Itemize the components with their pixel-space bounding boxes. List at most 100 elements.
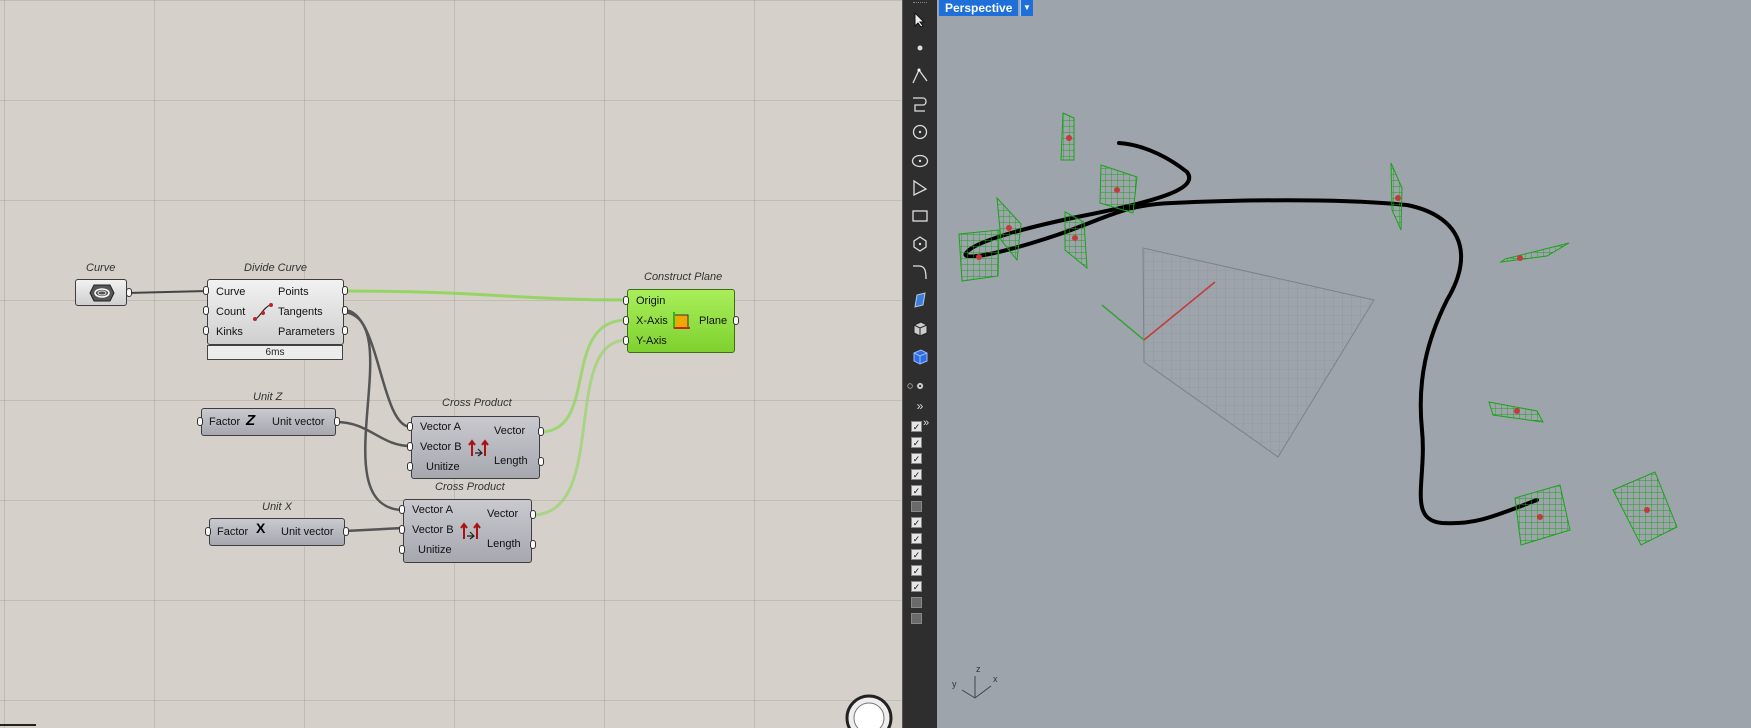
expand-chevron-icon[interactable]: »	[921, 413, 931, 433]
cross-product-1-grip-in-2[interactable]	[407, 442, 413, 451]
box-icon[interactable]	[910, 346, 930, 366]
viewport-title-tab[interactable]: Perspective	[939, 0, 1019, 16]
unit-x-input-factor[interactable]: Factor	[217, 526, 248, 538]
construct-plane-grip-out[interactable]	[733, 316, 739, 325]
plane-mesh	[1499, 242, 1570, 263]
divide-curve-grip-in-2[interactable]	[203, 306, 209, 315]
cross-product-2-grip-in-2[interactable]	[399, 525, 405, 534]
viewport-menu-dropdown-icon[interactable]: ▼	[1020, 0, 1033, 16]
divide-curve-grip-out-2[interactable]	[342, 306, 348, 315]
fillet-icon[interactable]	[910, 262, 930, 282]
unit-z-output[interactable]: Unit vector	[272, 416, 325, 428]
construct-plane-grip-in-1[interactable]	[623, 296, 629, 305]
layer-checkbox[interactable]: ✓	[911, 581, 922, 592]
cross-product-1-grip-in-1[interactable]	[407, 422, 413, 431]
cross-product-2-grip-out-1[interactable]	[530, 510, 536, 519]
unit-z-grip-out[interactable]	[334, 417, 340, 426]
divide-curve-input-curve[interactable]: Curve	[216, 286, 245, 298]
cross-product-2-grip-in-3[interactable]	[399, 545, 405, 554]
divide-curve-grip-in-1[interactable]	[203, 286, 209, 295]
point-icon[interactable]	[910, 38, 930, 58]
layer-checkbox[interactable]: ✓	[911, 517, 922, 528]
cross-product-2-grip-out-2[interactable]	[530, 540, 536, 549]
unit-x-grip-out[interactable]	[343, 527, 349, 536]
construct-plane-input-y-axis[interactable]: Y-Axis	[636, 335, 667, 347]
y-axis-line	[1101, 304, 1145, 341]
divide-curve-grip-out-3[interactable]	[342, 326, 348, 335]
curve-param[interactable]	[75, 279, 127, 306]
unit-z-input-factor[interactable]: Factor	[209, 416, 240, 428]
divide-curve-input-count[interactable]: Count	[216, 306, 245, 318]
layer-checkbox[interactable]	[911, 613, 922, 624]
cross-product-1-component[interactable]: Vector A Vector B Unitize Vector Length	[411, 416, 540, 479]
construct-plane-grip-in-2[interactable]	[623, 316, 629, 325]
layer-checkbox[interactable]: ✓	[911, 549, 922, 560]
circle-icon[interactable]	[910, 122, 930, 142]
layer-checkbox[interactable]: ✓	[911, 453, 922, 464]
construct-plane-input-x-axis[interactable]: X-Axis	[636, 315, 668, 327]
division-point	[1514, 408, 1520, 414]
layer-checkbox[interactable]: ✓	[911, 437, 922, 448]
ellipse-icon[interactable]	[910, 150, 930, 170]
curve-output-grip[interactable]	[126, 288, 132, 297]
layer-checkbox[interactable]	[911, 501, 922, 512]
cross-product-2-output-vector[interactable]: Vector	[487, 508, 518, 520]
divide-curve-grip-in-3[interactable]	[203, 326, 209, 335]
cross-product-2-title: Cross Product	[435, 481, 505, 493]
divide-curve-output-parameters[interactable]: Parameters	[278, 326, 335, 338]
unit-x-output[interactable]: Unit vector	[281, 526, 334, 538]
cross-product-2-input-unitize[interactable]: Unitize	[418, 544, 452, 556]
grasshopper-canvas[interactable]: Curve Divide Curve Curve Count Kinks Poi…	[0, 0, 902, 728]
divide-curve-input-kinks[interactable]: Kinks	[216, 326, 243, 338]
cross-product-2-input-vector-b[interactable]: Vector B	[412, 524, 454, 536]
cross-product-1-output-length[interactable]: Length	[494, 455, 528, 467]
layer-checkbox[interactable]: ✓	[911, 469, 922, 480]
unit-x-grip-in[interactable]	[205, 527, 211, 536]
division-point	[1066, 135, 1072, 141]
gumball-icon[interactable]	[910, 290, 930, 310]
divide-curve-timer: 6ms	[207, 345, 343, 360]
layer-checkbox[interactable]: ✓	[911, 565, 922, 576]
polygon-icon[interactable]	[910, 234, 930, 254]
layer-checkbox[interactable]: ✓	[911, 485, 922, 496]
cross-product-2-input-vector-a[interactable]: Vector A	[412, 504, 453, 516]
layer-checkbox[interactable]: ✓	[911, 533, 922, 544]
unit-z-grip-in[interactable]	[197, 417, 203, 426]
arc-icon[interactable]	[910, 178, 930, 198]
division-point	[976, 254, 982, 260]
perspective-viewport[interactable]: z x y Perspective ▼	[937, 0, 1751, 728]
unit-x-component[interactable]: Factor X Unit vector	[209, 518, 345, 546]
construct-plane-output-plane[interactable]: Plane	[699, 315, 727, 327]
unit-z-component[interactable]: Factor Z Unit vector	[201, 408, 336, 436]
construct-plane-grip-in-3[interactable]	[623, 336, 629, 345]
cross-product-1-grip-out-2[interactable]	[538, 457, 544, 466]
cross-product-2-component[interactable]: Vector A Vector B Unitize Vector Length	[403, 499, 532, 563]
cross-product-1-input-vector-b[interactable]: Vector B	[420, 441, 462, 453]
options-gear-icon[interactable]	[907, 376, 927, 396]
rectangle-icon[interactable]	[910, 206, 930, 226]
construct-plane-input-origin[interactable]: Origin	[636, 295, 665, 307]
cross-product-2-output-length[interactable]: Length	[487, 538, 521, 550]
cross-product-1-grip-in-3[interactable]	[407, 462, 413, 471]
select-arrow-icon[interactable]	[910, 10, 930, 30]
divide-curve-grip-out-1[interactable]	[342, 286, 348, 295]
solid-icon[interactable]	[910, 318, 930, 338]
polyline-icon[interactable]	[910, 66, 930, 86]
cross-product-1-input-vector-a[interactable]: Vector A	[420, 421, 461, 433]
divide-curve-output-tangents[interactable]: Tangents	[278, 306, 323, 318]
division-point	[1006, 225, 1012, 231]
cross-product-1-input-unitize[interactable]: Unitize	[426, 461, 460, 473]
canvas-navigation-widget[interactable]	[845, 688, 893, 728]
cross-product-2-grip-in-1[interactable]	[399, 505, 405, 514]
layer-checkbox[interactable]	[911, 597, 922, 608]
plane-icon	[673, 312, 690, 329]
layer-checkbox[interactable]: ✓	[911, 421, 922, 432]
divide-curve-output-points[interactable]: Points	[278, 286, 309, 298]
unit-x-title: Unit X	[262, 501, 292, 513]
cross-product-1-grip-out-1[interactable]	[538, 427, 544, 436]
curve-icon[interactable]	[910, 94, 930, 114]
rhino-toolbar: » » ✓ ✓ ✓ ✓ ✓ ✓ ✓ ✓ ✓ ✓	[902, 0, 937, 728]
cross-product-1-output-vector[interactable]: Vector	[494, 425, 525, 437]
construct-plane-component[interactable]: Origin X-Axis Y-Axis Plane	[627, 289, 735, 353]
divide-curve-component[interactable]: Curve Count Kinks Points Tangents Parame…	[207, 279, 344, 345]
